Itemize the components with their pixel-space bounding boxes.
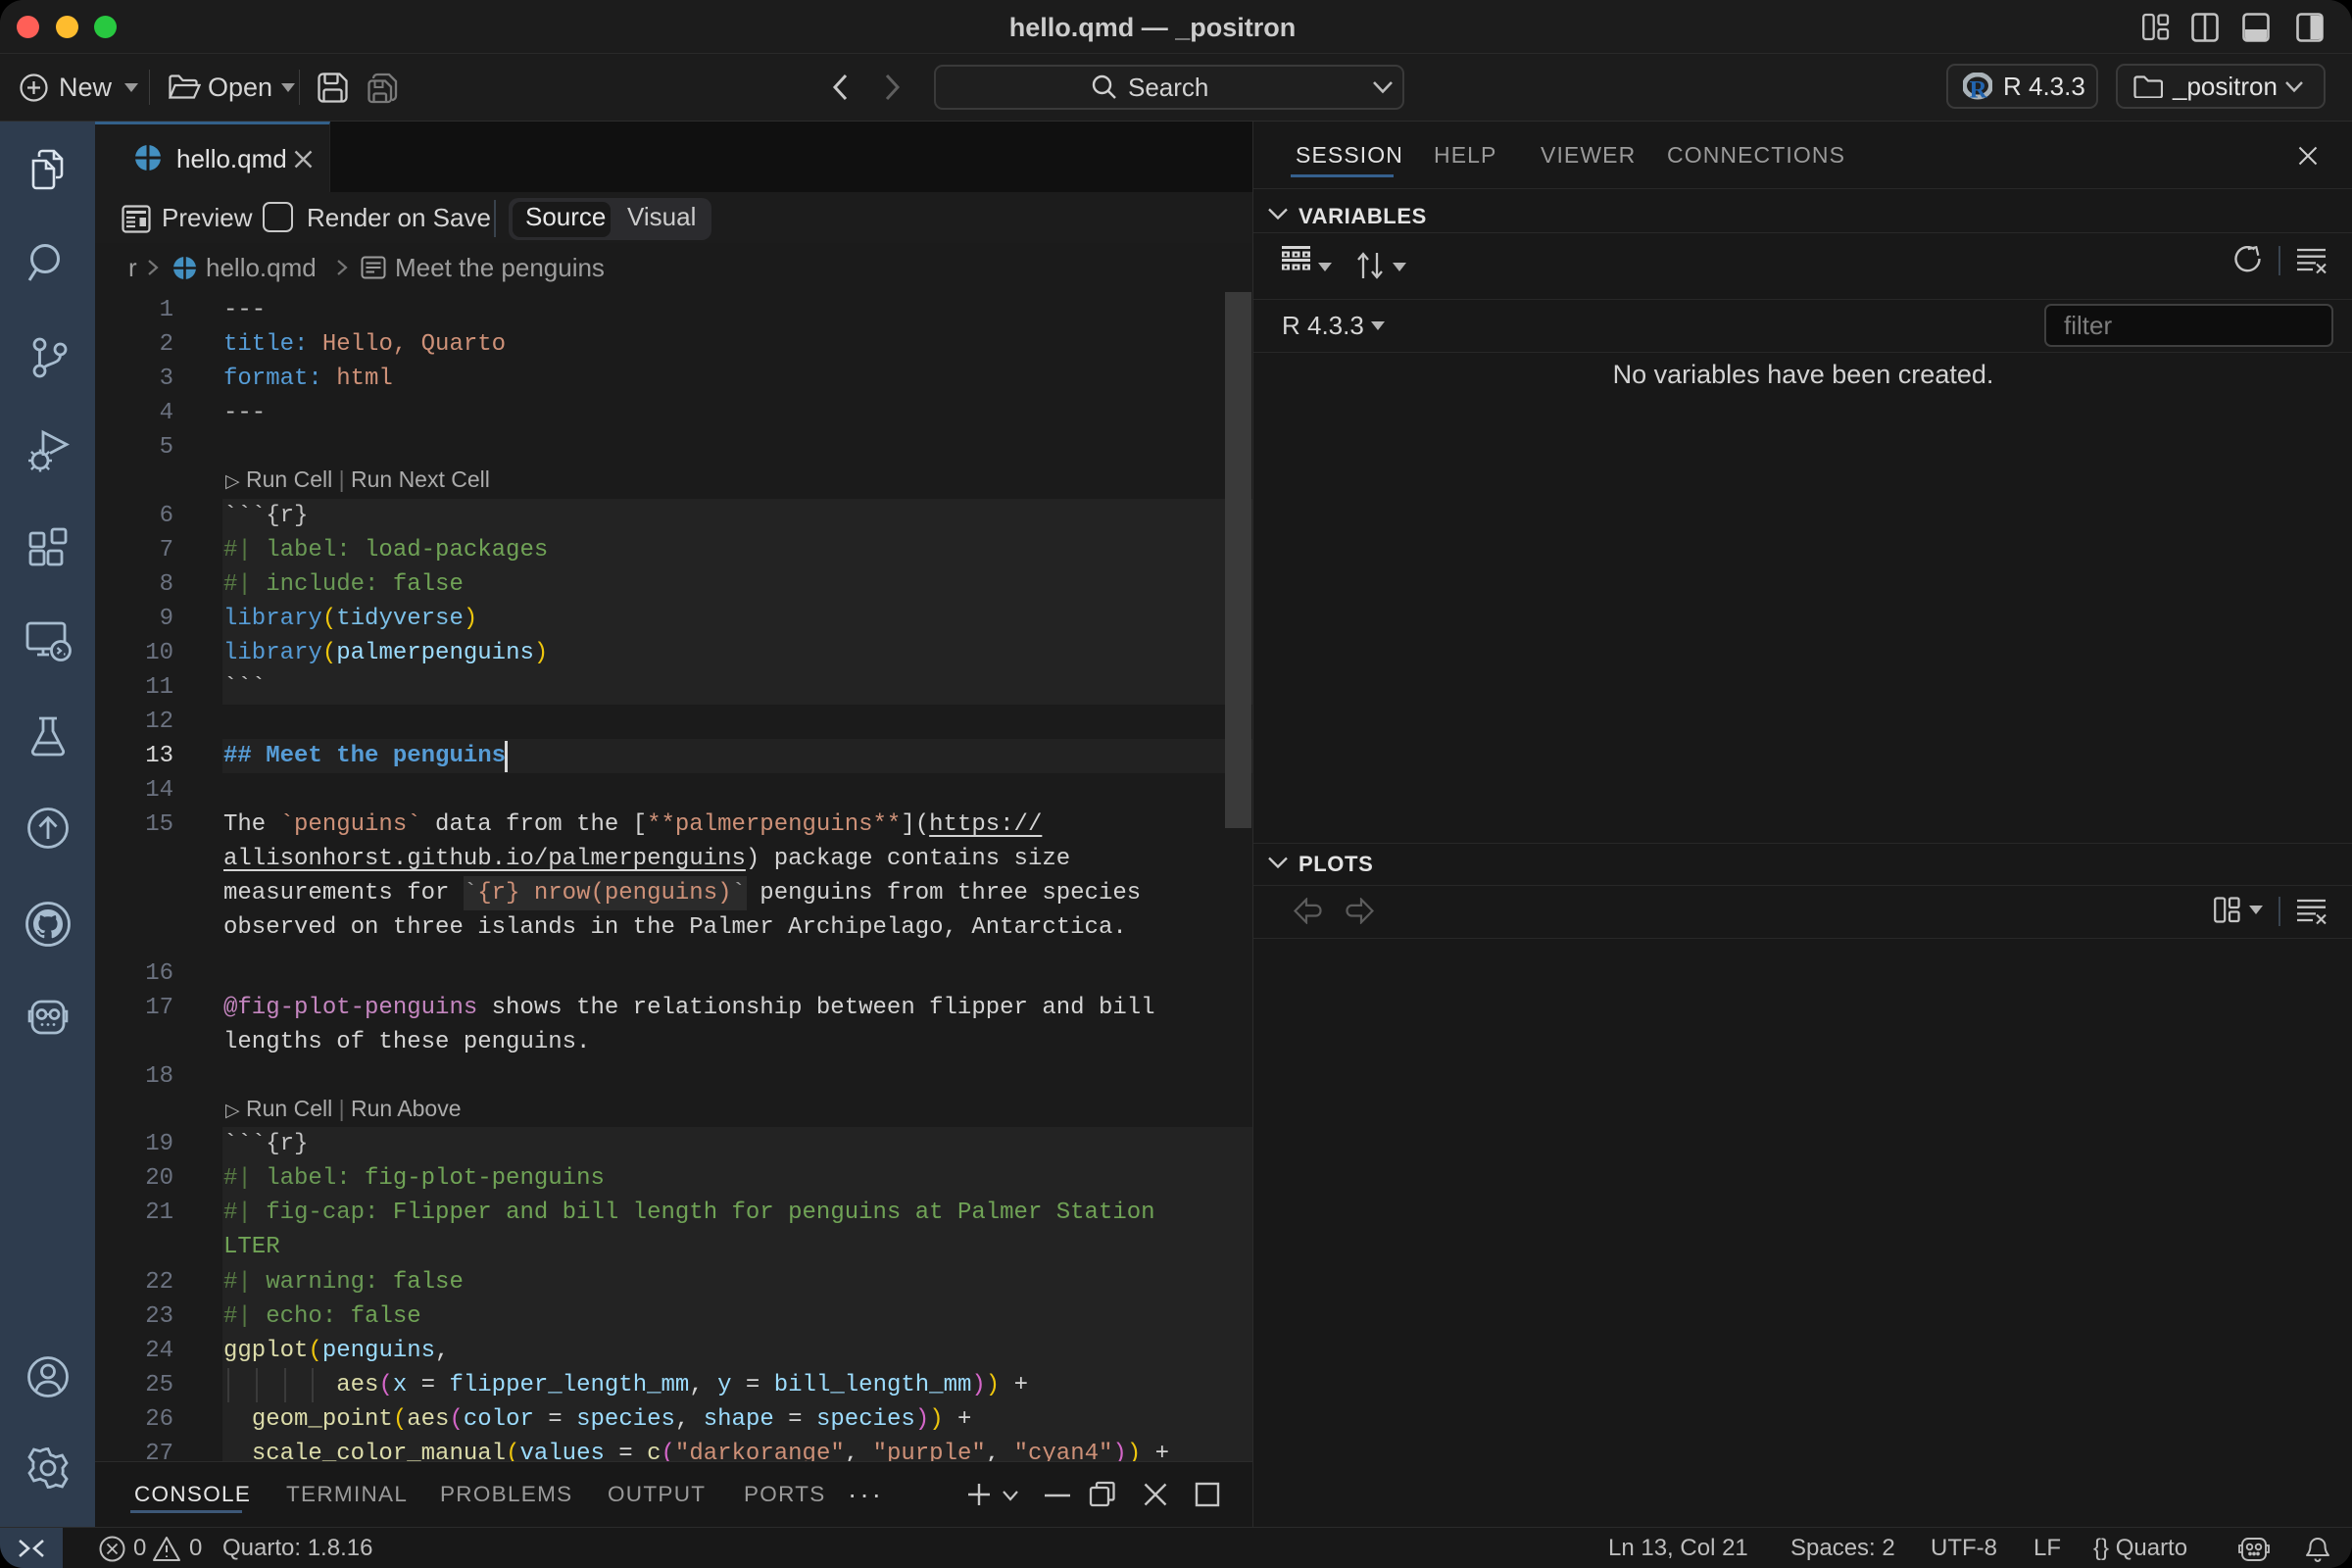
- svg-text:R: R: [1969, 77, 1987, 103]
